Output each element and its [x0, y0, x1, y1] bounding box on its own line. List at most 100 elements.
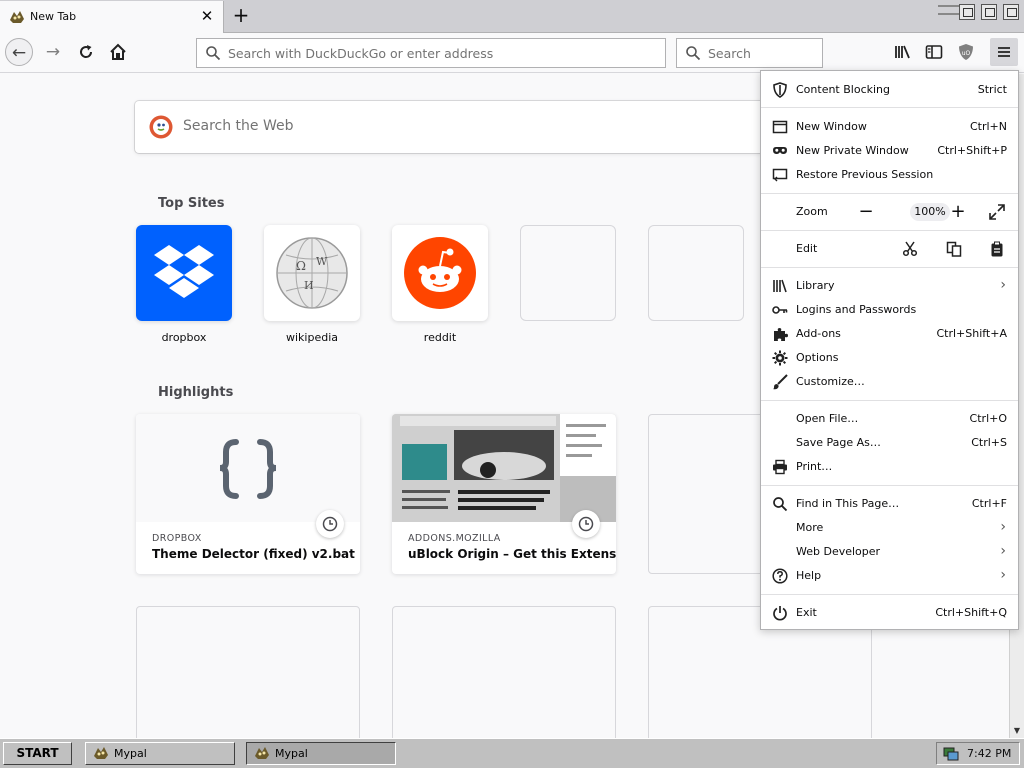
help-question-icon — [772, 568, 788, 584]
cut-scissors-icon[interactable] — [902, 241, 918, 257]
search-bar[interactable] — [676, 38, 823, 68]
zoom-level-reset[interactable]: 100% — [910, 203, 950, 221]
back-arrow-icon[interactable]: ← — [5, 38, 33, 66]
scroll-down-arrow-icon[interactable]: ▼ — [1010, 724, 1024, 738]
zoom-out-minus-icon[interactable]: − — [856, 202, 876, 222]
menu-item-options[interactable]: Options — [761, 346, 1018, 370]
search-input[interactable] — [708, 44, 813, 62]
curly-braces-icon — [219, 439, 277, 499]
private-mask-icon — [773, 147, 787, 154]
menu-item-exit[interactable]: Exit Ctrl+Shift+Q — [761, 601, 1018, 625]
home-icon[interactable] — [104, 38, 132, 66]
chevron-right-icon: › — [1000, 519, 1006, 535]
power-icon — [773, 606, 787, 621]
menu-item-logins[interactable]: Logins and Passwords — [761, 298, 1018, 322]
new-tab-plus-icon[interactable]: + — [230, 4, 252, 28]
menu-item-save-page[interactable]: Save Page As… Ctrl+S — [761, 431, 1018, 455]
wikipedia-globe-icon: Ω W И — [276, 237, 348, 309]
paste-clipboard-icon[interactable] — [989, 241, 1005, 257]
taskbar: START Mypal Mypal 7:42 PM — [0, 738, 1024, 768]
menu-shortcut: Ctrl+F — [971, 497, 1007, 510]
menu-item-more[interactable]: More › — [761, 516, 1018, 540]
top-site-dropbox[interactable] — [136, 225, 232, 321]
chevron-right-icon: › — [1000, 543, 1006, 559]
reload-icon[interactable] — [72, 38, 100, 66]
top-site-empty[interactable] — [520, 225, 616, 321]
menu-item-open-file[interactable]: Open File… Ctrl+O — [761, 407, 1018, 431]
fullscreen-icon[interactable] — [989, 204, 1005, 220]
menu-item-web-developer[interactable]: Web Developer › — [761, 540, 1018, 564]
menu-value: Strict — [977, 83, 1007, 96]
menu-label: New Private Window — [796, 144, 909, 157]
menu-item-find[interactable]: Find in This Page… Ctrl+F — [761, 492, 1018, 516]
taskbar-button[interactable]: Mypal — [85, 742, 235, 765]
menu-shortcut: Ctrl+S — [971, 436, 1007, 449]
clock-icon — [316, 510, 344, 538]
key-icon — [772, 306, 788, 314]
forward-arrow-icon[interactable]: → — [39, 38, 67, 66]
restore-window-icon[interactable] — [981, 4, 997, 20]
tab-strip: New Tab ✕ + — [0, 0, 1024, 33]
highlight-card-empty — [136, 606, 360, 738]
menu-label: Restore Previous Session — [796, 168, 934, 181]
top-site-label: reddit — [423, 331, 457, 344]
menu-label: Options — [796, 351, 839, 364]
menu-shortcut: Ctrl+Shift+A — [936, 327, 1007, 340]
menu-shortcut: Ctrl+Shift+Q — [935, 606, 1007, 619]
menu-item-new-private-window[interactable]: New Private Window Ctrl+Shift+P — [761, 139, 1018, 163]
address-input[interactable] — [228, 44, 648, 62]
menu-item-zoom: Zoom − 100% + — [761, 200, 1018, 224]
menu-separator — [761, 594, 1018, 595]
menu-separator — [761, 267, 1018, 268]
top-site-wikipedia[interactable]: Ω W И — [264, 225, 360, 321]
top-site-empty[interactable] — [648, 225, 744, 321]
search-icon — [206, 46, 221, 61]
zoom-in-plus-icon[interactable]: + — [948, 202, 968, 222]
menu-label: Print… — [796, 460, 833, 473]
top-sites-heading: Top Sites — [158, 196, 225, 211]
chevron-right-icon: › — [1000, 567, 1006, 583]
menu-item-customize[interactable]: Customize… — [761, 370, 1018, 394]
svg-text:W: W — [316, 255, 328, 268]
menu-separator — [761, 230, 1018, 231]
menu-label: Open File… — [796, 412, 859, 425]
menu-shortcut: Ctrl+O — [969, 412, 1007, 425]
dropbox-logo-icon — [154, 245, 214, 298]
menu-item-library[interactable]: Library › — [761, 274, 1018, 298]
copy-icon[interactable] — [946, 241, 962, 257]
taskbar-clock[interactable]: 7:42 PM — [967, 747, 1011, 760]
tab-new-tab[interactable]: New Tab ✕ — [0, 1, 224, 33]
ublock-shield-icon[interactable]: uO — [952, 38, 980, 66]
menu-label: Find in This Page… — [796, 497, 900, 510]
new-window-icon — [772, 120, 788, 134]
address-bar[interactable] — [196, 38, 666, 68]
network-icon[interactable] — [943, 746, 959, 762]
menu-item-print[interactable]: Print… — [761, 455, 1018, 479]
top-site-reddit[interactable] — [392, 225, 488, 321]
menu-item-help[interactable]: Help › — [761, 564, 1018, 588]
menu-label: Exit — [796, 606, 817, 619]
taskbar-button-active[interactable]: Mypal — [246, 742, 396, 765]
highlight-source: ADDONS.MOZILLA — [408, 533, 501, 544]
menu-label: Content Blocking — [796, 83, 891, 96]
menu-shortcut: Ctrl+N — [969, 120, 1007, 133]
menu-item-restore-session[interactable]: Restore Previous Session — [761, 163, 1018, 187]
menu-item-content-blocking[interactable]: Content Blocking Strict — [761, 78, 1018, 102]
highlight-card[interactable]: DROPBOX Theme Delector (fixed) v2.bat — [136, 414, 360, 574]
menu-item-addons[interactable]: Add-ons Ctrl+Shift+A — [761, 322, 1018, 346]
minimize-window-icon[interactable] — [959, 4, 975, 20]
menu-separator — [761, 193, 1018, 194]
duckduckgo-logo-icon — [149, 115, 173, 139]
sidebar-icon[interactable] — [920, 38, 948, 66]
taskbar-button-label: Mypal — [275, 747, 308, 760]
maximize-window-icon[interactable] — [1003, 4, 1019, 20]
menu-label: Customize… — [796, 375, 865, 388]
menu-item-new-window[interactable]: New Window Ctrl+N — [761, 115, 1018, 139]
close-tab-icon[interactable]: ✕ — [198, 7, 216, 25]
hamburger-menu-icon[interactable] — [990, 38, 1018, 66]
navigation-bar: ← → uO — [0, 33, 1024, 73]
highlight-card[interactable]: ADDONS.MOZILLA uBlock Origin – Get this … — [392, 414, 616, 574]
library-icon[interactable] — [889, 38, 917, 66]
start-button[interactable]: START — [3, 742, 72, 765]
menu-label: Save Page As… — [796, 436, 881, 449]
